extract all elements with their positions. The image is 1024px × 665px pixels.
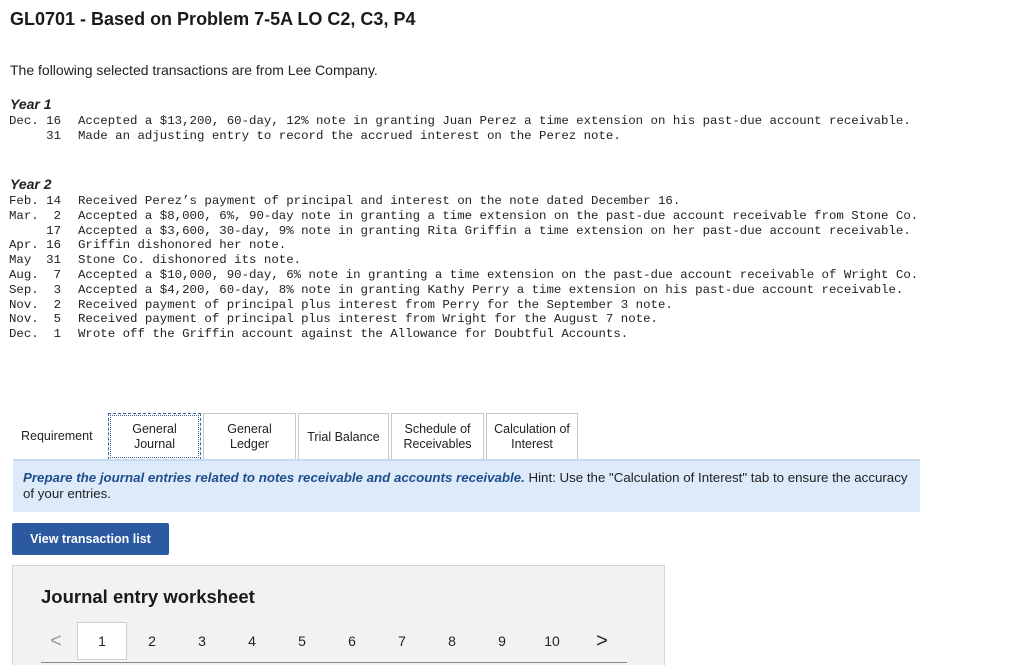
transaction-row: Apr. 16 Griffin dishonored her note. [9, 238, 938, 253]
tab-trial-balance[interactable]: Trial Balance [298, 413, 389, 460]
transaction-date: Dec. 1 [9, 327, 62, 342]
year2-label: Year 2 [10, 176, 52, 192]
transaction-row: 17 Accepted a $3,600, 30-day, 9% note in … [9, 224, 938, 239]
transaction-row: Nov. 5 Received payment of principal plus… [9, 312, 938, 327]
journal-entry-worksheet: Journal entry worksheet < 1 2 3 4 5 6 7 8 9 10 > [12, 565, 665, 665]
page-button-7[interactable]: 7 [377, 622, 427, 660]
transaction-row: Dec. 16 Accepted a $13,200, 60-day, 12% n… [9, 114, 938, 129]
chevron-left-icon[interactable]: < [41, 626, 71, 656]
transaction-date: Sep. 3 [9, 282, 62, 297]
tab-bar: Requirement General Journal General Ledger… [13, 413, 578, 460]
page-button-8[interactable]: 8 [427, 622, 477, 660]
instruction-box: Prepare the journal entries related to n… [13, 461, 920, 512]
tab-label: Schedule of Receivables [403, 422, 472, 451]
transaction-text: Accepted a $10,000, 90-day, 6% note in g… [78, 267, 919, 282]
worksheet-pager: < 1 2 3 4 5 6 7 8 9 10 [41, 622, 577, 660]
page-button-2[interactable]: 2 [127, 622, 177, 660]
worksheet-divider [41, 662, 627, 663]
instruction-emphasis: Prepare the journal entries related to n… [23, 470, 525, 485]
page-title: GL0701 - Based on Problem 7-5A LO C2, C3… [10, 9, 416, 29]
page-button-3[interactable]: 3 [177, 622, 227, 660]
transaction-row: Nov. 2 Received payment of principal plus… [9, 298, 938, 313]
transaction-text: Wrote off the Griffin account against th… [78, 327, 629, 342]
year1-transactions: Dec. 16 Accepted a $13,200, 60-day, 12% n… [9, 114, 938, 144]
transaction-date: Mar. 2 [9, 208, 62, 223]
transaction-text: Accepted a $13,200, 60-day, 12% note in … [78, 114, 911, 128]
transaction-row: Feb. 14 Received Perez’s payment of princ… [9, 194, 938, 209]
transaction-text: Accepted a $3,600, 30-day, 9% note in gr… [78, 223, 911, 238]
year2-transactions: Feb. 14 Received Perez’s payment of princ… [9, 194, 938, 342]
page-button-9[interactable]: 9 [477, 622, 527, 660]
transaction-date: Dec. 16 [9, 114, 62, 128]
transaction-row: May 31 Stone Co. dishonored its note. [9, 253, 938, 268]
page-button-1[interactable]: 1 [77, 622, 127, 660]
transaction-row: Aug. 7 Accepted a $10,000, 90-day, 6% not… [9, 268, 938, 283]
transaction-date: 17 [9, 223, 62, 238]
transaction-text: Made an adjusting entry to record the ac… [78, 128, 621, 143]
transaction-row: Mar. 2 Accepted a $8,000, 6%, 90-day note… [9, 209, 938, 224]
worksheet-title: Journal entry worksheet [41, 586, 255, 607]
tab-requirement[interactable]: Requirement [13, 413, 106, 460]
transaction-date: Aug. 7 [9, 267, 62, 282]
transaction-text: Stone Co. dishonored its note. [78, 253, 302, 268]
transaction-text: Accepted a $4,200, 60-day, 8% note in gr… [78, 282, 904, 297]
transaction-date: Feb. 14 [9, 194, 62, 208]
page-button-6[interactable]: 6 [327, 622, 377, 660]
transaction-date: May 31 [9, 253, 62, 268]
transaction-row: Dec. 1 Wrote off the Griffin account agai… [9, 327, 938, 342]
tab-calculation-of-interest[interactable]: Calculation of Interest [486, 413, 578, 460]
transaction-text: Griffin dishonored her note. [78, 238, 287, 253]
year1-label: Year 1 [10, 96, 52, 112]
tab-label: Requirement [21, 429, 93, 443]
intro-text: The following selected transactions are … [10, 62, 378, 78]
transaction-text: Accepted a $8,000, 6%, 90-day note in gr… [78, 208, 919, 223]
page-button-5[interactable]: 5 [277, 622, 327, 660]
chevron-right-icon[interactable]: > [587, 622, 617, 660]
tab-label: Calculation of Interest [494, 422, 570, 451]
transaction-text: Received payment of principal plus inter… [78, 312, 658, 327]
tab-label: General Ledger [227, 422, 272, 451]
transaction-text: Received payment of principal plus inter… [78, 297, 673, 312]
page-button-10[interactable]: 10 [527, 622, 577, 660]
transaction-date: Apr. 16 [9, 238, 62, 253]
tab-general-ledger[interactable]: General Ledger [203, 413, 296, 460]
tab-general-journal[interactable]: General Journal [108, 413, 201, 460]
tab-schedule-of-receivables[interactable]: Schedule of Receivables [391, 413, 484, 460]
tab-label: Trial Balance [307, 429, 380, 444]
transaction-date: 31 [9, 128, 62, 143]
transaction-date: Nov. 5 [9, 312, 62, 327]
transaction-row: Sep. 3 Accepted a $4,200, 60-day, 8% note… [9, 283, 938, 298]
view-transaction-list-button[interactable]: View transaction list [12, 523, 169, 555]
tab-label: General Journal [132, 421, 177, 451]
transaction-row: 31 Made an adjusting entry to record the … [9, 129, 938, 144]
transaction-date: Nov. 2 [9, 297, 62, 312]
page-button-4[interactable]: 4 [227, 622, 277, 660]
transaction-text: Received Perez’s payment of principal an… [78, 194, 681, 208]
